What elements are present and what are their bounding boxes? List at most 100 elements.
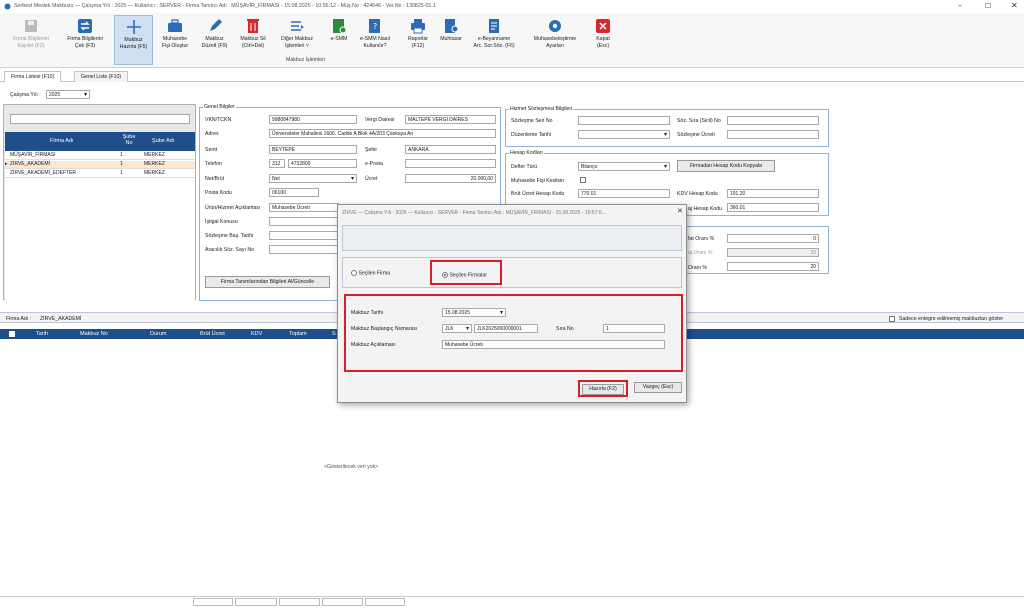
esmm-button[interactable]: e-SMM (324, 15, 354, 65)
option-selected-firm[interactable]: Seçilen Firma (351, 270, 390, 276)
dialog-close-icon[interactable]: ✕ (677, 207, 683, 215)
start-number-label: Makbuz Başlangıç Numarası (351, 326, 418, 332)
contract-seq-field[interactable] (727, 116, 819, 125)
fetch-firm-button[interactable]: Firma Bilgilerini Çek (F3) (59, 15, 111, 65)
activity-field[interactable] (269, 217, 339, 226)
scope-options-panel: Seçilen Firma Seçilen Firmalar (342, 257, 682, 288)
grid-footer (0, 596, 1024, 606)
rate1-field[interactable]: 0 (727, 234, 819, 243)
phone-field[interactable]: 4732800 (288, 159, 357, 168)
prepare-button[interactable]: Hazırla (F2) (582, 384, 624, 395)
contract-fee-field[interactable] (727, 130, 819, 139)
net-gross-select[interactable]: Net (269, 174, 357, 183)
contract-seq-label: Söz. Sıra (Sicil) No (677, 118, 721, 124)
radio-selected-firms[interactable] (442, 272, 448, 278)
col-receipt-no[interactable]: Makbuz No (80, 331, 108, 337)
brokerage-field[interactable] (269, 245, 339, 254)
email-field[interactable] (405, 159, 496, 168)
firm-row[interactable]: ZİRVE_AKADEMİ_EDEFTER 1 MERKEZ (5, 170, 195, 178)
muhtasar-button[interactable]: Muhtasar (436, 15, 466, 65)
row-pointer-icon: ▸ (5, 161, 8, 167)
district-field[interactable]: BEYTEPE (269, 145, 357, 154)
option-selected-firms[interactable]: Seçilen Firmalar (442, 272, 487, 278)
rate3-field[interactable]: 20 (727, 262, 819, 271)
dialog-info-panel (342, 225, 682, 251)
select-all-checkbox[interactable] (9, 331, 15, 337)
address-field[interactable]: Üniversiteler Mahallesi 1606. Cadde A Bl… (269, 129, 496, 138)
phone-area-field[interactable]: 312 (269, 159, 285, 168)
ebeyanname-button[interactable]: e-Beyanname Arc. Sor.Söz. (F6) (469, 15, 519, 65)
year-select[interactable]: 2025 (46, 90, 90, 99)
gross-code-field[interactable]: 770.01 (578, 189, 670, 198)
tab-strip (0, 70, 1024, 82)
general-info-legend: Genel Bilgiler (203, 104, 236, 110)
firm-search-input[interactable] (10, 114, 190, 124)
contract-legend: Hizmet Sözleşmesi Bilgileri (509, 106, 574, 112)
esmm-help-button[interactable]: ? e-SMM Nasıl Kullanılır? (356, 15, 394, 65)
get-firm-info-button[interactable]: Firma Tanımlarından Bilgileri Al/Güncell… (205, 276, 330, 288)
city-label: Şehir (365, 147, 378, 153)
col-total[interactable]: Toplam (289, 331, 307, 337)
city-field[interactable]: ANKARA (405, 145, 496, 154)
list-icon (291, 21, 304, 31)
receipt-date-label: Makbuz Tarihi (351, 310, 383, 316)
window-close-icon[interactable]: ✕ (1011, 1, 1018, 10)
receipt-desc-field[interactable]: Muhasebe Ücreti (442, 340, 665, 349)
seq-no-field[interactable]: 1 (603, 324, 665, 333)
contract-serial-field[interactable] (578, 116, 670, 125)
rate2-field[interactable]: 20 (727, 248, 819, 257)
window-title: Serbest Meslek Makbuzu — Çalışma Yılı : … (14, 3, 436, 9)
tax-office-field[interactable]: MALTEPE VERGİ DAİRES (405, 115, 496, 124)
col-vat[interactable]: KDV (251, 331, 262, 337)
voucher-checkbox[interactable] (580, 177, 586, 183)
rate3-label: Oranı % (688, 265, 708, 271)
col-gross[interactable]: Brüt Ücret (200, 331, 225, 337)
firm-list-panel: Firma Adı Şube No Şube Adı MÜŞAVİR_FİRMA… (3, 104, 196, 301)
minimize-icon[interactable]: – (958, 1, 962, 10)
postal-code-field[interactable]: 06100 (269, 188, 319, 197)
accounting-settings-button[interactable]: Muhasebeleştirme Ayarları (527, 15, 583, 65)
footer-cell (365, 598, 405, 606)
save-firm-button[interactable]: Firma Bilgilerini Kayıtet (F2) (5, 15, 57, 65)
cancel-button[interactable]: Vazgeç (Esc) (634, 382, 682, 393)
prepare-receipt-dialog: ZİRVE — Çalışma Yılı : 2025 — Kullanıcı … (337, 204, 687, 403)
col-s[interactable]: S (332, 331, 336, 337)
receipt-date-select[interactable]: 15.08.2025 (442, 308, 506, 317)
tab-general-list[interactable]: Genel Liste (F10) (74, 71, 129, 82)
vkn-field[interactable]: 9980847980 (269, 115, 357, 124)
tab-firm-list[interactable]: Firma Listesi (F10) (4, 71, 62, 82)
issue-date-select[interactable] (578, 130, 670, 139)
maximize-icon[interactable]: ☐ (985, 2, 991, 10)
firm-row[interactable]: MÜŞAVİR_FİRMASI 1 MERKEZ (5, 152, 195, 160)
prepare-receipt-button[interactable]: Makbuz Hazırla (F5) (114, 15, 153, 65)
service-desc-field[interactable]: Muhasebe Ücreti (269, 203, 339, 212)
delete-receipt-button[interactable]: Makbuz Sil (Ctrl+Del) (235, 15, 271, 65)
reports-button[interactable]: Raporlar (F12) (403, 15, 433, 65)
contract-group (505, 109, 829, 147)
title-bar: Serbest Meslek Makbuzu — Çalışma Yılı : … (0, 0, 1024, 13)
vat-code-field[interactable]: 191.20 (727, 189, 819, 198)
footer-cell (193, 598, 233, 606)
ledger-type-select[interactable]: Bilanço (578, 162, 670, 171)
prefix-select[interactable]: JLK (442, 324, 472, 333)
create-voucher-button[interactable]: Muhasebe Fişi Oluştur (156, 15, 194, 65)
highlight-prepare-button: Hazırla (F2) (578, 380, 628, 397)
start-number-field[interactable]: JLK2025000000001 (474, 324, 538, 333)
copy-account-codes-button[interactable]: Firmadan Hesap Kodu Kopyala (677, 160, 775, 172)
highlight-selected-firms: Seçilen Firmalar (430, 260, 502, 285)
account-codes-legend: Hesap Kodları (509, 150, 544, 156)
close-button[interactable]: Kapat (Esc) (589, 15, 617, 65)
only-unintegrated-checkbox[interactable] (889, 316, 895, 322)
activity-label: İştigal Konusu (205, 219, 238, 225)
radio-selected-firm[interactable] (351, 270, 357, 276)
phone-label: Telefon (205, 161, 222, 167)
withholding-code-field[interactable]: 360.01 (727, 203, 819, 212)
email-label: e-Posta (365, 161, 383, 167)
contract-start-field[interactable] (269, 231, 339, 240)
col-date[interactable]: Tarih (36, 331, 48, 337)
fee-field[interactable]: 20.000,00 (405, 174, 496, 183)
firm-row-selected[interactable]: ▸ ZİRVE_AKADEMİ 1 MERKEZ (5, 161, 195, 169)
edit-receipt-button[interactable]: Makbuz Düzelt (F9) (196, 15, 233, 65)
col-status[interactable]: Durum (150, 331, 167, 337)
receipt-desc-label: Makbuz Açıklaması (351, 342, 396, 348)
